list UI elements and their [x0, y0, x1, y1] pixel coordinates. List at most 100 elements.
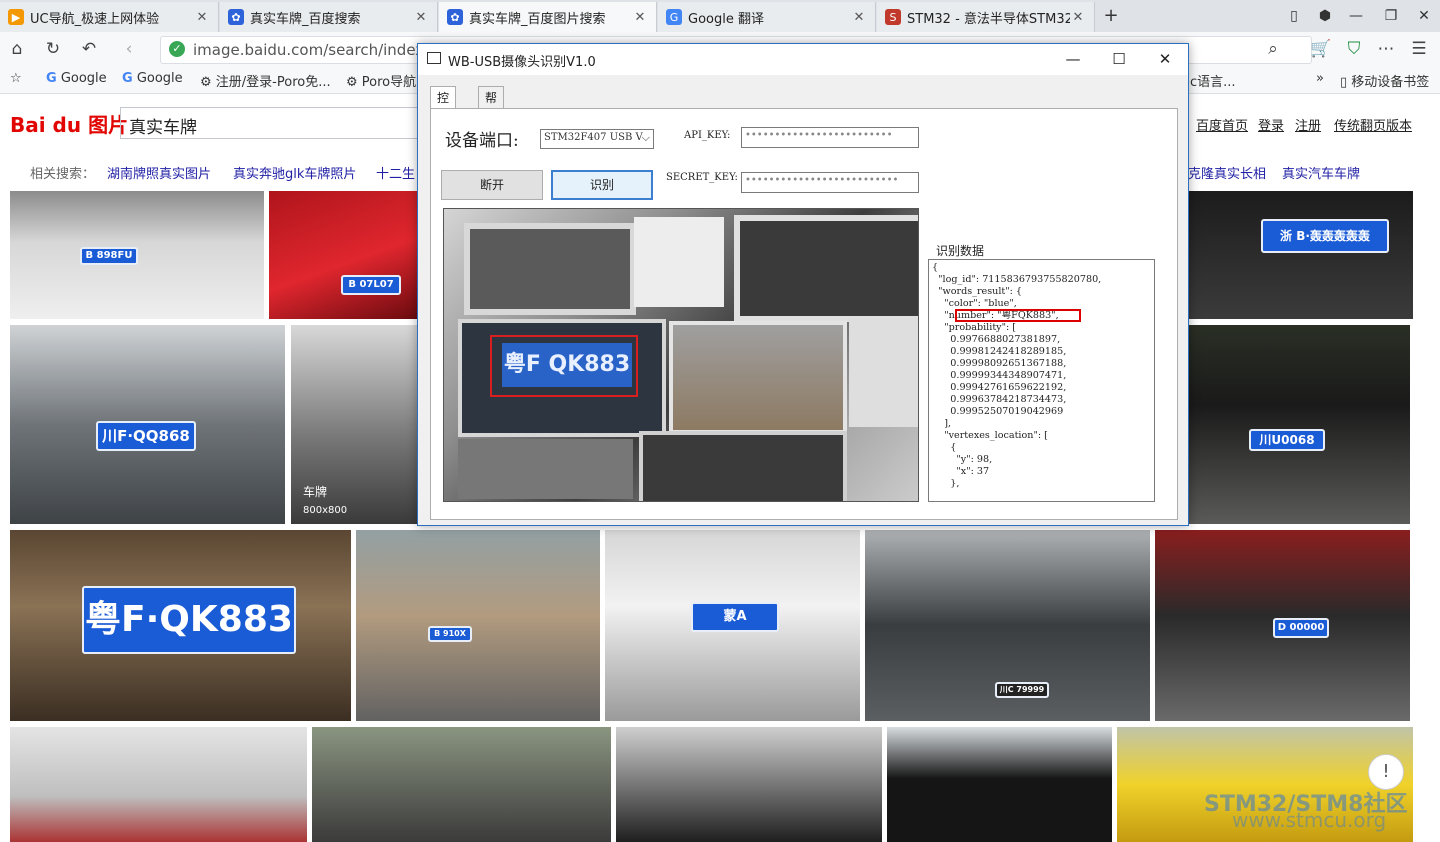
- disconnect-button[interactable]: 断开: [441, 170, 543, 200]
- new-tab-icon[interactable]: +: [1097, 4, 1125, 28]
- image-tile[interactable]: D 00000: [1155, 530, 1410, 721]
- browser-tab-baidu-search[interactable]: ✿ 真实车牌_百度搜索 ✕: [220, 2, 438, 32]
- image-tile[interactable]: 车牌 800x800: [291, 325, 419, 524]
- baidu-paw-icon: ✿: [228, 9, 244, 25]
- app-minimize-icon[interactable]: —: [1050, 44, 1096, 75]
- related-item[interactable]: 克隆真实长相: [1188, 163, 1266, 182]
- image-tile[interactable]: B 898FU: [10, 191, 264, 319]
- search-icon[interactable]: ⌕: [1262, 38, 1284, 60]
- image-tile[interactable]: 川F·QQ868: [10, 325, 285, 524]
- browser-tab-google-translate[interactable]: G Google 翻译 ✕: [658, 2, 876, 32]
- result-label: 识别数据: [936, 244, 985, 258]
- bookmark-label: Google: [60, 71, 107, 86]
- search-input[interactable]: 真实车牌: [120, 107, 420, 139]
- reload-icon[interactable]: ↻: [42, 38, 64, 60]
- app-title-bar[interactable]: WB-USB摄像头识别V1.0 — ☐ ✕: [418, 44, 1188, 75]
- menu-icon[interactable]: ☰: [1408, 38, 1430, 60]
- restore-icon[interactable]: ❐: [1377, 4, 1405, 28]
- related-item[interactable]: 十二生: [376, 163, 415, 182]
- tab-title: STM32 - 意法半导体STM32/: [907, 11, 1070, 27]
- port-select[interactable]: STM32F407 USB V ⌵: [540, 129, 654, 149]
- link-classic-paging[interactable]: 传统翻页版本: [1334, 115, 1412, 134]
- license-plate: 川U0068: [1249, 429, 1325, 451]
- related-item[interactable]: 真实汽车车牌: [1282, 163, 1360, 182]
- google-translate-icon: G: [666, 9, 682, 25]
- tile-caption: 车牌: [303, 485, 328, 499]
- chevron-right-icon[interactable]: »: [1316, 71, 1324, 86]
- browser-tab-baidu-image[interactable]: ✿ 真实车牌_百度图片搜索 ✕: [439, 2, 657, 32]
- close-icon[interactable]: ✕: [1070, 10, 1086, 25]
- baidu-paw-icon: ✿: [447, 9, 463, 25]
- image-tile[interactable]: [312, 727, 611, 842]
- link-baidu-home[interactable]: 百度首页: [1196, 115, 1248, 134]
- app-title: WB-USB摄像头识别V1.0: [448, 55, 596, 70]
- url-text: image.baidu.com/search/index?tn: [193, 41, 448, 59]
- license-plate: 川F·QQ868: [96, 421, 196, 451]
- undo-icon[interactable]: ↶: [78, 38, 100, 60]
- tab-control[interactable]: 控制: [430, 86, 457, 127]
- image-tile[interactable]: [616, 727, 882, 842]
- plate-detection-box: [490, 335, 638, 397]
- related-item[interactable]: 湖南牌照真实图片: [107, 163, 211, 182]
- close-icon[interactable]: ✕: [413, 10, 429, 25]
- bookmark-label: 移动设备书签: [1351, 75, 1430, 90]
- bookmark-label: Google: [136, 71, 183, 86]
- license-plate: 浙 B·轰轰轰轰轰: [1261, 219, 1389, 253]
- more-icon[interactable]: ⋯: [1375, 38, 1397, 60]
- license-plate: 川C 79999: [995, 682, 1049, 698]
- camera-preview: 粤F QK883: [443, 208, 919, 502]
- tab-title: UC导航_极速上网体验: [30, 11, 160, 27]
- result-json-textbox[interactable]: { "log_id": 7115836793755820780, "words_…: [928, 259, 1155, 502]
- browser-tab-bar: ▶ UC导航_极速上网体验 ✕ ✿ 真实车牌_百度搜索 ✕ ✿ 真实车牌_百度图…: [0, 0, 1440, 32]
- shield-icon[interactable]: ⛉: [1343, 38, 1365, 60]
- back-icon[interactable]: ‹: [118, 38, 140, 60]
- tab-help[interactable]: 帮助: [478, 86, 505, 127]
- image-tile[interactable]: 浙 B·轰轰轰轰轰: [1189, 191, 1413, 319]
- bookmark-google-2[interactable]: G Google: [122, 71, 183, 86]
- image-tile[interactable]: B 910X: [356, 530, 600, 721]
- browser-tab-stm32[interactable]: S STM32 - 意法半导体STM32/ ✕: [877, 2, 1095, 32]
- tile-size: 800x800: [303, 505, 348, 516]
- close-icon[interactable]: ✕: [632, 10, 648, 25]
- port-value: STM32F407 USB V: [544, 132, 643, 143]
- bookmark-mobile[interactable]: ▯ 移动设备书签: [1340, 71, 1429, 90]
- feedback-icon[interactable]: !: [1368, 754, 1404, 790]
- extension-icon[interactable]: ⬢: [1311, 4, 1339, 28]
- related-item[interactable]: 真实奔驰glk车牌照片: [233, 163, 356, 182]
- app-maximize-icon[interactable]: ☐: [1096, 44, 1142, 75]
- minimize-icon[interactable]: —: [1342, 4, 1370, 28]
- star-icon[interactable]: ☆: [10, 71, 22, 86]
- tab-list-icon[interactable]: ▯: [1280, 4, 1308, 28]
- image-tile[interactable]: 川U0068: [1189, 325, 1410, 524]
- api-key-label: API_KEY:: [684, 130, 731, 141]
- bookmark-google-1[interactable]: G Google: [46, 71, 107, 86]
- image-tile[interactable]: B 07L07: [269, 191, 419, 319]
- link-login[interactable]: 登录: [1258, 115, 1284, 134]
- baidu-logo-text: Bai du 图片: [10, 113, 129, 137]
- bookmark-poro[interactable]: ⚙ 注册/登录-Poro免...: [200, 71, 331, 90]
- close-icon[interactable]: ✕: [194, 10, 210, 25]
- license-plate: B 910X: [428, 626, 472, 642]
- bookmark-label: 注册/登录-Poro免...: [215, 75, 331, 90]
- baidu-logo[interactable]: Bai du 图片: [10, 109, 128, 138]
- recognize-button[interactable]: 识别: [551, 170, 653, 200]
- app-close-icon[interactable]: ✕: [1142, 44, 1188, 75]
- image-tile[interactable]: [10, 727, 307, 842]
- image-tile[interactable]: 川C 79999: [865, 530, 1150, 721]
- cart-icon[interactable]: 🛒: [1310, 38, 1332, 60]
- image-tile[interactable]: 粤F·QK883: [10, 530, 351, 721]
- license-plate: B 07L07: [341, 275, 401, 295]
- browser-tab-uc[interactable]: ▶ UC导航_极速上网体验 ✕: [0, 2, 219, 32]
- bookmark-c-lang[interactable]: c语言...: [1190, 71, 1236, 90]
- api-key-input[interactable]: •••••••••••••••••••••••••: [741, 127, 919, 148]
- link-register[interactable]: 注册: [1295, 115, 1321, 134]
- close-window-icon[interactable]: ✕: [1410, 4, 1438, 28]
- secret-key-input[interactable]: ••••••••••••••••••••••••••: [741, 172, 919, 193]
- bookmark-poro-nav[interactable]: ⚙ Poro导航: [346, 71, 416, 90]
- close-icon[interactable]: ✕: [851, 10, 867, 25]
- image-tile[interactable]: [887, 727, 1112, 842]
- related-label: 相关搜索：: [30, 167, 96, 182]
- image-tile[interactable]: 蒙A: [605, 530, 860, 721]
- watermark-url: www.stmcu.org: [1232, 808, 1387, 832]
- home-icon[interactable]: ⌂: [6, 38, 28, 60]
